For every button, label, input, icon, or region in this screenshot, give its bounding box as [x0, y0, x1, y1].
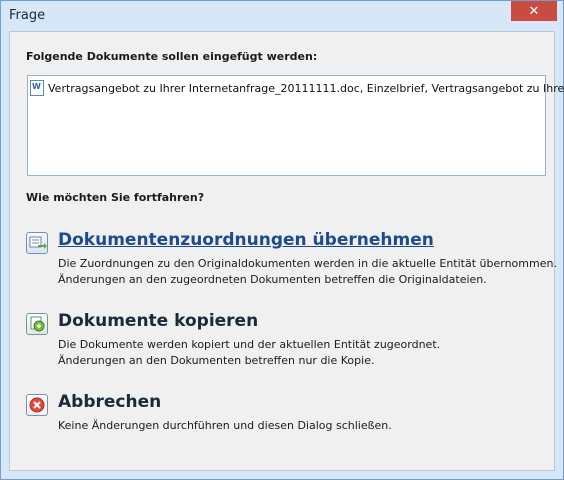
word-document-icon	[30, 80, 44, 96]
dialog-content: Folgende Dokumente sollen eingefügt werd…	[9, 31, 564, 471]
close-button[interactable]: ✕	[511, 1, 557, 21]
copy-documents-desc-line-2: Änderungen an den Dokumenten betreffen n…	[58, 354, 375, 367]
take-over-mappings-label[interactable]: Dokumentenzuordnungen übernehmen	[58, 230, 434, 250]
mapping-icon	[26, 232, 48, 254]
dialog-window: Frage ✕ Folgende Dokumente sollen eingef…	[0, 0, 564, 480]
cancel-label[interactable]: Abbrechen	[58, 392, 161, 412]
copy-documents-desc-line-1: Die Dokumente werden kopiert und der akt…	[58, 338, 441, 351]
title-bar: Frage ✕	[1, 1, 563, 31]
take-over-mappings-description: Die Zuordnungen zu den Originaldokumente…	[58, 256, 557, 288]
copy-documents-label[interactable]: Dokumente kopieren	[58, 311, 258, 331]
close-icon: ✕	[528, 3, 540, 19]
document-list[interactable]: Vertragsangebot zu Ihrer Internetanfrage…	[27, 75, 564, 176]
window-title: Frage	[9, 8, 46, 23]
copy-icon	[26, 313, 48, 335]
question-label: Wie möchten Sie fortfahren?	[26, 191, 205, 204]
cancel-icon	[26, 394, 48, 416]
documents-heading: Folgende Dokumente sollen eingefügt werd…	[26, 50, 318, 63]
document-list-item[interactable]: Vertragsangebot zu Ihrer Internetanfrage…	[30, 80, 564, 96]
take-over-mappings-desc-line-1: Die Zuordnungen zu den Originaldokumente…	[58, 257, 557, 270]
take-over-mappings-desc-line-2: Änderungen an den zugeordneten Dokumente…	[58, 273, 487, 286]
document-list-item-label: Vertragsangebot zu Ihrer Internetanfrage…	[48, 81, 564, 95]
cancel-description: Keine Änderungen durchführen und diesen …	[58, 419, 392, 432]
copy-documents-description: Die Dokumente werden kopiert und der akt…	[58, 337, 440, 369]
